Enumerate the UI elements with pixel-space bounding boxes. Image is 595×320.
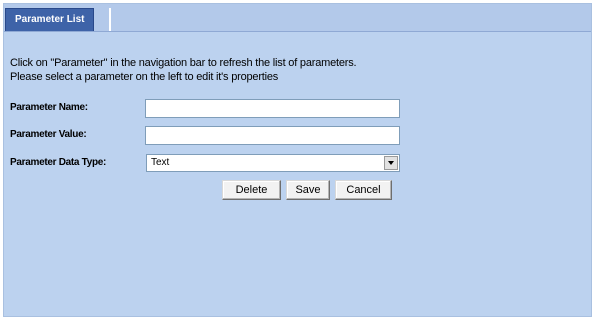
parameter-type-select[interactable]: Text — [146, 154, 400, 172]
parameter-name-input[interactable] — [145, 99, 400, 118]
parameter-type-label: Parameter Data Type: — [10, 157, 107, 168]
delete-button[interactable]: Delete — [222, 180, 281, 200]
chevron-down-icon[interactable] — [384, 156, 398, 170]
parameter-value-label: Parameter Value: — [10, 129, 87, 140]
tab-divider — [109, 8, 111, 31]
tab-bar: Parameter List — [4, 4, 591, 32]
instruction-line-2: Please select a parameter on the left to… — [10, 71, 279, 83]
parameter-name-label: Parameter Name: — [10, 102, 88, 113]
cancel-button[interactable]: Cancel — [335, 180, 392, 200]
parameter-value-input[interactable] — [145, 126, 400, 145]
tab-parameter-list[interactable]: Parameter List — [5, 8, 95, 31]
save-button[interactable]: Save — [286, 180, 330, 200]
parameter-type-selected: Text — [151, 157, 170, 168]
instructions: Click on "Parameter" in the navigation b… — [10, 56, 357, 84]
instruction-line-1: Click on "Parameter" in the navigation b… — [10, 57, 357, 69]
parameter-panel: Parameter List Click on "Parameter" in t… — [3, 3, 592, 317]
